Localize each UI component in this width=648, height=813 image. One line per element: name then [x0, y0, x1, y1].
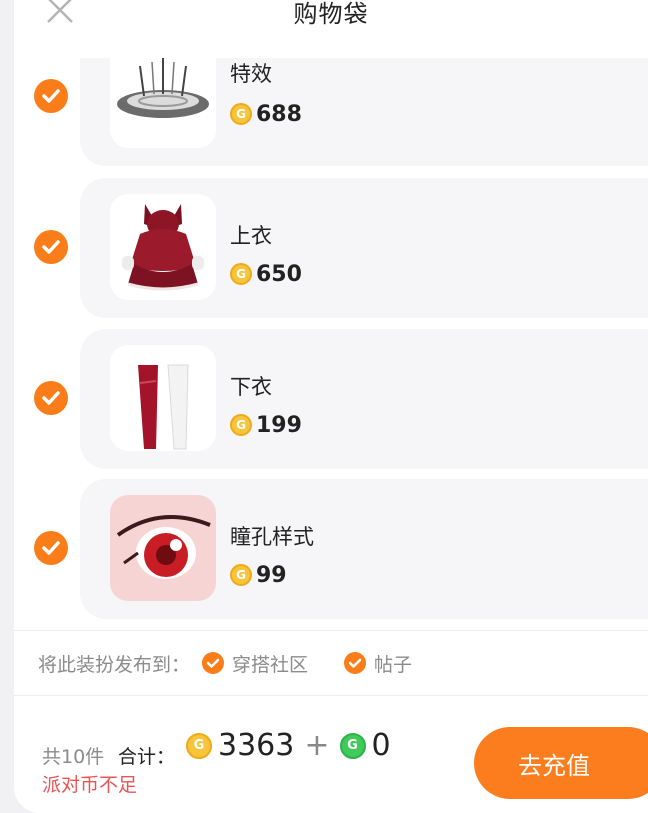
publish-label: 将此装扮发布到：	[38, 653, 191, 676]
total-amount: G 3363 + G 0	[186, 728, 391, 763]
list-item[interactable]: 下衣 G 199	[14, 329, 648, 469]
item-count: 共10件	[42, 746, 105, 768]
header: 购物袋	[14, 0, 648, 58]
item-card[interactable]: 上衣 G 650	[80, 178, 648, 318]
gold-total: 3363	[218, 728, 295, 763]
checked-icon[interactable]	[34, 381, 68, 415]
total-label: 合计：	[118, 746, 176, 768]
publish-option-outfit-community[interactable]: 穿搭社区	[202, 650, 308, 677]
item-card[interactable]: 下衣 G 199	[80, 329, 648, 469]
list-item[interactable]: 上衣 G 650	[14, 178, 648, 318]
gold-coin-icon: G	[230, 103, 252, 125]
top-clothing-thumbnail	[110, 194, 216, 300]
green-coin-icon: G	[339, 732, 366, 759]
item-price: G 650	[230, 258, 302, 290]
checked-icon[interactable]	[202, 652, 225, 674]
plus-sign: +	[304, 728, 330, 763]
checked-icon[interactable]	[344, 652, 367, 674]
bottom-clothing-thumbnail	[110, 345, 216, 451]
publish-option-label: 帖子	[374, 653, 413, 676]
publish-option-label: 穿搭社区	[232, 653, 309, 676]
item-name: 特效	[230, 62, 272, 86]
checked-icon[interactable]	[34, 531, 68, 565]
gold-coin-icon: G	[230, 414, 252, 436]
item-list[interactable]: 特效 G 688 上衣 G 650 下衣 G 199 瞳孔样式 G 99	[14, 0, 648, 630]
gold-coin-icon: G	[186, 732, 212, 759]
item-card[interactable]: 瞳孔样式 G 99	[80, 479, 648, 619]
item-price: G 99	[230, 559, 287, 591]
publish-option-post[interactable]: 帖子	[344, 650, 412, 677]
shopping-bag-sheet: 特效 G 688 上衣 G 650 下衣 G 199 瞳孔样式 G 99 购物袋…	[14, 0, 648, 813]
item-name: 上衣	[230, 224, 272, 248]
checkout-footer: 共10件 合计： G 3363 + G 0 派对币不足 去充值	[14, 694, 648, 813]
eye-style-thumbnail	[110, 495, 216, 601]
gold-coin-icon: G	[230, 564, 252, 586]
recharge-button[interactable]: 去充值	[474, 727, 648, 799]
item-price: G 199	[230, 409, 302, 441]
item-name: 瞳孔样式	[230, 525, 314, 549]
checked-icon[interactable]	[34, 230, 68, 264]
insufficient-warning: 派对币不足	[42, 774, 138, 796]
checked-icon[interactable]	[34, 79, 68, 113]
green-total: 0	[371, 728, 391, 763]
list-item[interactable]: 瞳孔样式 G 99	[14, 479, 648, 619]
page-title: 购物袋	[293, 0, 369, 28]
item-price: G 688	[230, 98, 302, 130]
publish-section: 将此装扮发布到： 穿搭社区 帖子	[14, 630, 648, 696]
item-name: 下衣	[230, 375, 272, 399]
gold-coin-icon: G	[230, 263, 252, 285]
